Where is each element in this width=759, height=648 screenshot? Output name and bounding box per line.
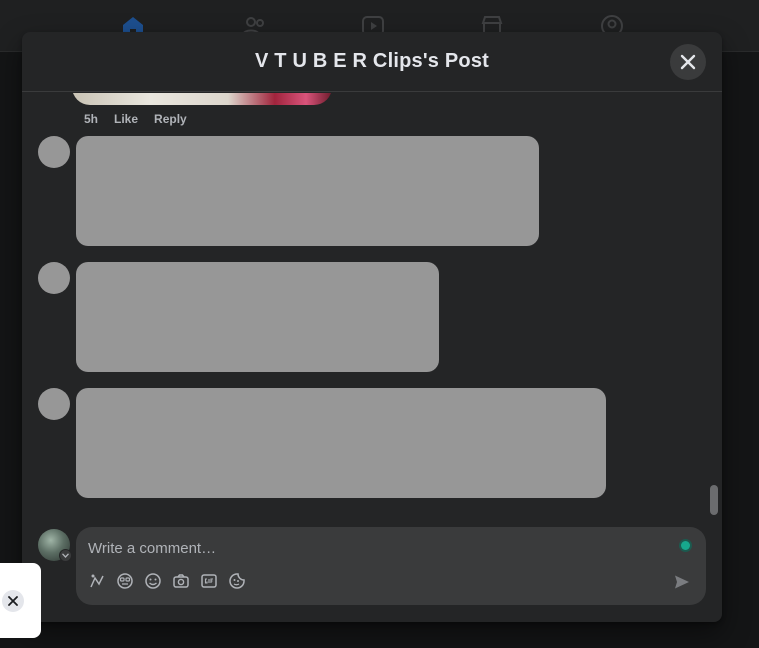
comment-actions: 5h Like Reply — [84, 112, 187, 126]
gif-icon[interactable] — [200, 572, 218, 590]
loading-comment — [76, 388, 606, 498]
comments-list[interactable]: 5h Like Reply — [22, 93, 722, 513]
comment-composer — [76, 527, 706, 605]
close-button[interactable] — [670, 44, 706, 80]
close-icon — [8, 596, 18, 606]
composer-toolbar — [88, 572, 246, 590]
loading-avatar — [38, 388, 70, 420]
post-dialog: V T U B E R Clips's Post 5h Like Reply — [22, 32, 722, 622]
chevron-down-icon — [62, 553, 69, 558]
loading-avatar — [38, 262, 70, 294]
dialog-header: V T U B E R Clips's Post — [22, 32, 722, 92]
send-button[interactable] — [672, 572, 692, 592]
reply-link[interactable]: Reply — [154, 112, 187, 126]
camera-icon[interactable] — [172, 572, 190, 590]
comment-timestamp[interactable]: 5h — [84, 112, 98, 126]
status-indicator — [681, 541, 690, 550]
close-icon — [680, 54, 696, 70]
sticker-icon[interactable] — [228, 572, 246, 590]
scrollbar-thumb[interactable] — [710, 485, 718, 515]
avatar-sticker-icon[interactable] — [88, 572, 106, 590]
loading-avatar — [38, 136, 70, 168]
dismiss-button[interactable] — [2, 590, 24, 612]
comment-input[interactable] — [88, 537, 668, 559]
comment-image[interactable] — [72, 93, 332, 105]
loading-comment — [76, 262, 439, 372]
loading-comment — [76, 136, 539, 246]
smiley-icon[interactable] — [144, 572, 162, 590]
like-link[interactable]: Like — [114, 112, 138, 126]
account-switch-badge[interactable] — [59, 549, 72, 562]
chat-head-card — [0, 563, 41, 638]
emoji-face-icon[interactable] — [116, 572, 134, 590]
dialog-title: V T U B E R Clips's Post — [254, 50, 490, 72]
send-icon — [675, 575, 689, 589]
